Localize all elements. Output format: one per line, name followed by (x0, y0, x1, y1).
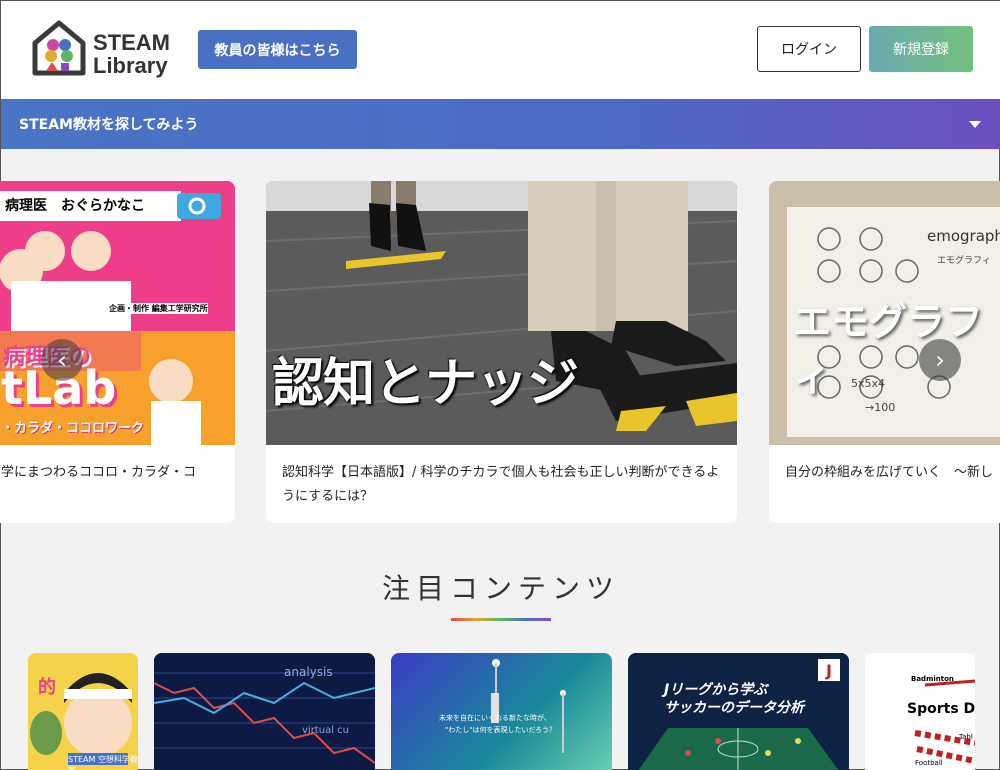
card-thumbnail: 病理医 おぐらかなこ 病理医の tLab ・カラダ・ココロワーク 企画・制作 編… (0, 181, 235, 445)
featured-thumbnail[interactable]: 未来を自在にいくれる新たな時が、 "わたし"は何を表現したいだろう？ (391, 653, 612, 770)
whiteboard-katakana-text: エモグラフィ (937, 256, 991, 266)
thumbnail-title-text: Sports Dat (907, 701, 975, 717)
explore-label: STEAM教材を探してみよう (19, 117, 199, 133)
thumbnail-title-line-2: サッカーのデータ分析 (664, 700, 804, 716)
featured-thumbnail[interactable]: Badminton Sports Dat Football Tabl (865, 653, 975, 770)
data-analysis-graph (154, 653, 375, 770)
svg-text:J: J (825, 661, 832, 680)
whiteboard-result-text: →100 (865, 401, 896, 414)
signup-button[interactable]: 新規登録 (869, 26, 973, 72)
card-caption: 自分の枠組みを広げていく 〜新し (785, 465, 994, 480)
carousel-card[interactable]: emography エモグラフィ 5x5x4 →100 エモグラフィ 自分の枠組… (769, 181, 1000, 523)
thumbnail-char-text: 的 (38, 677, 56, 698)
thumbnail-title-text: エモグラフィ (793, 300, 984, 399)
whiteboard-english-text: emography (927, 227, 1000, 245)
spotlight-figure-photo (491, 659, 566, 753)
thumbnail-overlay-text-2: virtual cu (302, 725, 349, 736)
card-caption: 認知科学【日本語版】/ 科学のチカラで個人も社会も正しい判断ができるようにするに… (282, 465, 720, 504)
thumbnail-series-text: STEAM 空想科学教室 (68, 755, 138, 770)
carousel-card[interactable]: 病理医 おぐらかなこ 病理医の tLab ・カラダ・ココロワーク 企画・制作 編… (0, 181, 235, 523)
comic-credit-text: 企画・制作 編集工学研究所 (109, 303, 208, 314)
teachers-button[interactable]: 教員の皆様はこちら (198, 30, 357, 69)
comic-tagline-text: ・カラダ・ココロワーク (1, 421, 145, 436)
card-caption: 学にまつわるココロ・カラダ・コ (1, 465, 197, 480)
card-thumbnail: 認知とナッジ (266, 181, 737, 445)
house-logo-icon (32, 20, 86, 76)
comic-header-text: 病理医 おぐらかなこ (5, 198, 145, 214)
thumbnail-sport-label: Badminton (911, 675, 954, 683)
site-header: STEAM Library 教員の皆様はこちら ログイン 新規登録 (1, 1, 1000, 99)
caret-down-icon[interactable] (969, 121, 981, 128)
featured-thumbnail[interactable]: J Jリーグから学ぶ サッカーのデータ分析 (628, 653, 849, 770)
thumbnail-title-text: 認知とナッジ (272, 354, 579, 414)
login-button[interactable]: ログイン (757, 26, 861, 72)
logo-line-steam: STEAM (93, 30, 170, 55)
manga-boy-illustration (28, 653, 138, 770)
carousel-card[interactable]: 認知とナッジ 認知科学【日本語版】/ 科学のチカラで個人も社会も正しい判断ができ… (266, 181, 737, 523)
chevron-left-icon[interactable]: ‹ (41, 339, 83, 381)
thumbnail-poem-line-1: 未来を自在にいくれる新たな時が、 (439, 714, 551, 722)
thumbnail-title-line-1: Jリーグから学ぶ (664, 682, 768, 698)
chevron-right-icon[interactable]: › (919, 339, 961, 381)
thumbnail-poem-line-2: "わたし"は何を表現したいだろう？ (445, 726, 557, 734)
thumbnail-sport-label-2: Football (915, 759, 943, 767)
explore-materials-bar[interactable]: STEAM教材を探してみよう (1, 99, 1000, 149)
thumbnail-sport-label-3: Tabl (959, 733, 973, 741)
featured-thumbnail[interactable]: 的 STEAM 空想科学教室 (28, 653, 138, 770)
steam-library-logo[interactable]: STEAM Library (29, 19, 179, 81)
card-thumbnail: emography エモグラフィ 5x5x4 →100 エモグラフィ (769, 181, 1000, 445)
featured-section-title: 注目コンテンツ (381, 572, 620, 605)
featured-thumbnail[interactable]: analysis virtual cu (154, 653, 375, 770)
logo-wordmark: STEAM Library (93, 31, 170, 77)
title-underline (451, 618, 551, 621)
thumbnail-overlay-text: analysis (284, 665, 333, 679)
logo-line-library: Library (93, 53, 168, 78)
